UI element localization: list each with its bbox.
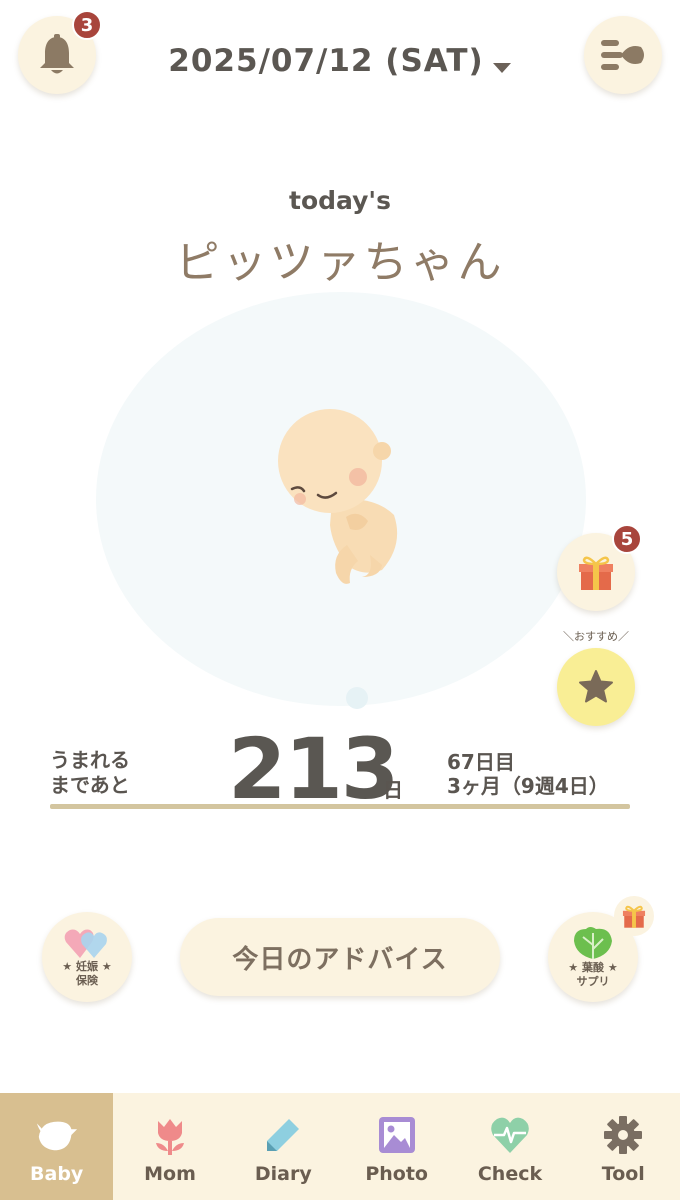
gift-icon [622,905,646,928]
tab-mom[interactable]: Mom [113,1093,226,1200]
tab-baby[interactable]: Baby [0,1093,114,1200]
insurance-button[interactable]: ★ 妊娠 ★ 保険 [42,912,132,1002]
gift-badge: 5 [612,524,642,554]
tab-label: Photo [365,1163,428,1185]
pencil-icon [267,1119,300,1151]
tab-label: Diary [254,1163,312,1185]
tab-label: Check [477,1163,543,1185]
notification-badge: 3 [72,10,102,40]
fetus-illustration [278,409,398,584]
tab-label: Mom [144,1163,196,1185]
hearts-icon [64,929,107,958]
countdown-underline [50,804,630,809]
folic-label-line2: サプリ [576,975,610,988]
folic-gift-badge [614,896,654,936]
leaf-icon [574,927,612,959]
tab-label: Baby [30,1163,84,1185]
photo-icon [378,1117,415,1153]
recommend-label: ＼おすすめ／ [563,630,629,643]
todays-advice-button[interactable]: 今日のアドバイス [180,918,500,996]
gift-icon [579,556,613,590]
bell-icon [40,34,74,74]
heart-pulse-icon [491,1117,529,1153]
tab-check[interactable]: Check [453,1093,566,1200]
tulip-icon [155,1119,184,1155]
tab-label: Tool [601,1163,645,1185]
baby-name: ピッツァちゃん [175,237,505,288]
menu-icon [601,40,644,70]
bird-icon [36,1121,77,1151]
bottom-tab-bar: Baby Mom Diary Photo Check Tool [0,1093,680,1200]
insurance-label-line2: 保険 [76,974,98,987]
tab-tool[interactable]: Tool [567,1093,680,1200]
recommend-button[interactable] [557,648,635,726]
day-of-pregnancy: 67日目 [447,750,515,774]
todays-label: today's [289,186,391,215]
countdown-label: うまれる まであと [50,748,130,798]
days-unit: 日 [383,778,403,802]
bubble-dot [346,687,368,709]
folic-label-line1: ★ 葉酸 ★ [568,961,618,974]
date-selector[interactable]: 2025/07/12 (SAT) [150,36,530,86]
tab-photo[interactable]: Photo [340,1093,453,1200]
month-week: 3ヶ月（9週4日） [447,774,609,798]
menu-button[interactable] [584,16,662,94]
star-icon [579,670,613,703]
gear-icon [604,1116,643,1154]
current-date: 2025/07/12 (SAT) [168,43,484,79]
countdown-label-line2: まであと [50,773,130,797]
tab-diary[interactable]: Diary [227,1093,340,1200]
pregnancy-progress: 67日目 3ヶ月（9週4日） [447,750,609,798]
chevron-down-icon [492,63,511,73]
insurance-label-line1: ★ 妊娠 ★ [62,960,112,973]
countdown-label-line1: うまれる [50,748,130,772]
